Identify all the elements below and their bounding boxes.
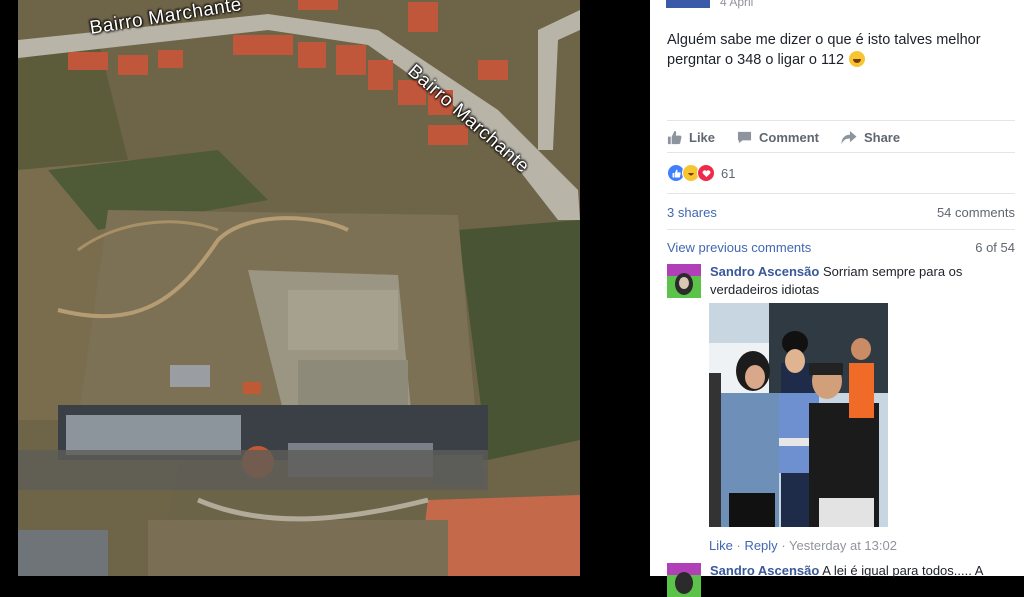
post-text-body: Alguém sabe me dizer o que é isto talves… [667, 32, 981, 68]
comment-meta: Like · Reply · Yesterday at 13:02 [709, 538, 897, 553]
photo-viewer: Bairro Marchante Bairro Marchante [0, 0, 650, 576]
comment-body: Sandro Ascensão A lei é igual para todos… [710, 562, 1010, 580]
share-arrow-icon [841, 130, 857, 144]
poster-avatar[interactable] [666, 0, 710, 8]
comment-body: Sandro Ascensão Sorriam sempre para os v… [710, 263, 1000, 299]
share-button[interactable]: Share [841, 128, 900, 146]
share-label: Share [863, 129, 901, 145]
meta-separator: · [781, 538, 790, 553]
avatar[interactable] [667, 563, 701, 597]
reaction-count: 61 [721, 165, 736, 181]
reactions-summary[interactable]: 61 [667, 164, 735, 182]
comment-button[interactable]: Comment [737, 128, 819, 146]
grinning-emoji-icon [849, 51, 866, 67]
post-panel: 4 April Alguém sabe me dizer o que é ist… [650, 0, 1024, 597]
divider [667, 193, 1015, 194]
post-timestamp[interactable]: 4 April [720, 0, 753, 9]
engagement-stats: 3 shares 54 comments [667, 205, 1015, 220]
comment-timestamp[interactable]: Yesterday at 13:02 [789, 538, 897, 553]
thumbs-up-icon [667, 130, 682, 144]
divider [667, 152, 1015, 153]
comment-like-link[interactable]: Like [709, 538, 733, 553]
comment-author-link[interactable]: Sandro Ascensão [710, 264, 819, 279]
comments-pager: View previous comments 6 of 54 [667, 240, 1015, 255]
post-actions: Like Comment Share [667, 128, 1015, 146]
divider [667, 120, 1015, 121]
love-reaction-icon [697, 164, 715, 182]
shares-link[interactable]: 3 shares [667, 205, 717, 220]
aerial-photo[interactable]: Bairro Marchante Bairro Marchante [18, 0, 580, 576]
avatar[interactable] [667, 264, 701, 298]
comment-label: Comment [759, 129, 819, 145]
view-previous-comments-link[interactable]: View previous comments [667, 240, 811, 255]
like-button[interactable]: Like [667, 128, 715, 146]
comment-photo[interactable] [709, 303, 888, 527]
comment-bubble-icon [737, 131, 752, 143]
comment-reply-link[interactable]: Reply [744, 538, 777, 553]
comments-count[interactable]: 54 comments [937, 205, 1015, 220]
like-label: Like [689, 129, 716, 145]
post-text: Alguém sabe me dizer o que é isto talves… [667, 30, 1007, 70]
comments-pager-count: 6 of 54 [975, 240, 1015, 255]
divider [667, 229, 1015, 230]
